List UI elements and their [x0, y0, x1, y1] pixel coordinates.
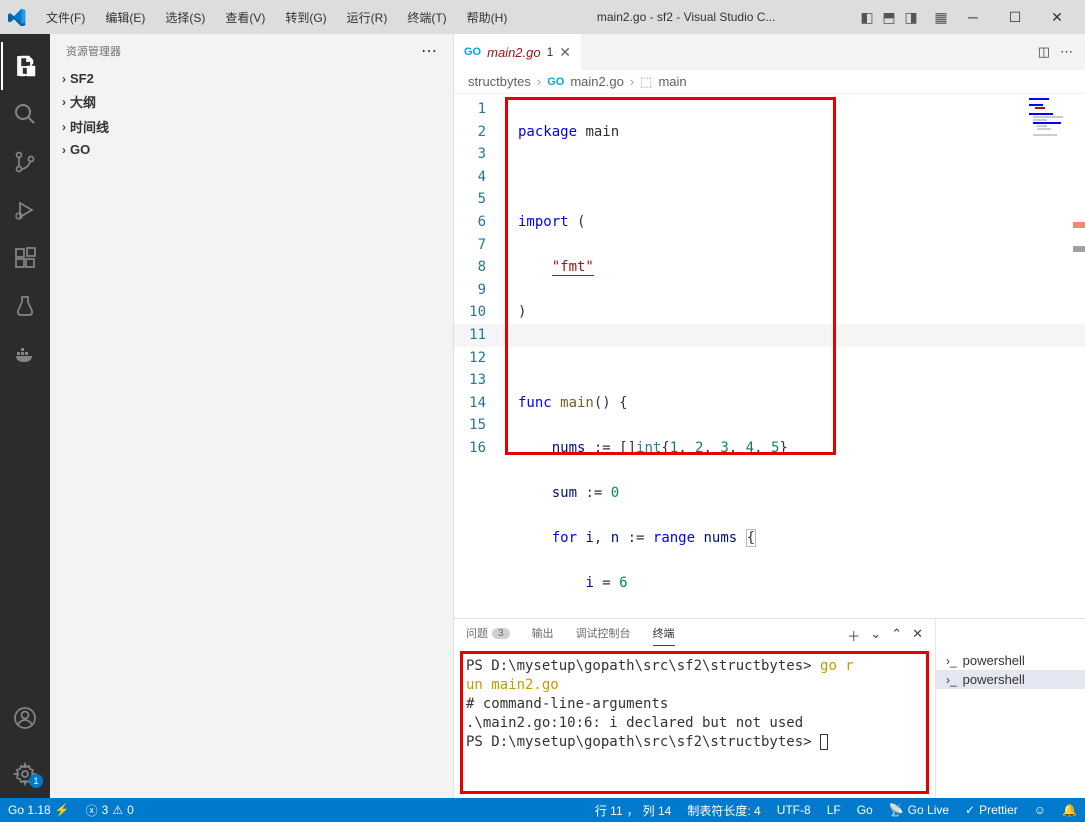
layout-customize-icon[interactable]: ▦: [931, 7, 951, 27]
vscode-logo-icon: [8, 8, 26, 26]
breadcrumb-symbol[interactable]: main: [658, 74, 686, 89]
status-go-live[interactable]: 📡 Go Live: [881, 802, 957, 819]
breadcrumb[interactable]: structbytes › GO main2.go › ⬚ main: [454, 70, 1085, 94]
menu-run[interactable]: 运行(R): [339, 5, 396, 30]
sidebar-title: 资源管理器: [66, 43, 121, 59]
status-encoding[interactable]: UTF-8: [769, 802, 819, 819]
sidebar-explorer: 资源管理器 ⋯ ›SF2 ›大纲 ›时间线 ›GO: [50, 34, 454, 798]
terminal-list: ›_powershell ›_powershell: [935, 619, 1085, 798]
go-file-icon: GO: [464, 46, 481, 58]
terminal-cursor: [820, 734, 828, 750]
breadcrumb-folder[interactable]: structbytes: [468, 74, 531, 89]
explorer-section-sf2[interactable]: ›SF2: [50, 68, 453, 89]
maximize-button[interactable]: ☐: [995, 2, 1035, 32]
activity-docker-icon[interactable]: [1, 330, 49, 378]
code-content[interactable]: package main import ( "fmt" ) func main(…: [518, 98, 788, 618]
close-button[interactable]: ✕: [1037, 2, 1077, 32]
terminal-icon: ›_: [946, 673, 957, 687]
tab-close-icon[interactable]: ✕: [559, 44, 571, 61]
tab-label: main2.go: [487, 45, 540, 60]
status-feedback-icon[interactable]: ☺: [1026, 802, 1054, 819]
shell-item-powershell-2[interactable]: ›_powershell: [936, 670, 1085, 689]
tab-modified-indicator: 1: [547, 45, 554, 59]
status-bar: Go 1.18 ⚡ ⓧ 3 ⚠ 0 行 11，列 14 制表符长度: 4 UTF…: [0, 798, 1085, 822]
status-language[interactable]: Go: [849, 802, 881, 819]
tab-main2[interactable]: GO main2.go 1 ✕: [454, 34, 581, 70]
panel-tab-debug[interactable]: 调试控制台: [576, 625, 631, 645]
split-editor-icon[interactable]: ◫: [1038, 44, 1050, 60]
activity-extensions-icon[interactable]: [1, 234, 49, 282]
menu-edit[interactable]: 编辑(E): [97, 5, 153, 30]
gutter: 12345678910111213141516: [454, 98, 504, 460]
status-eol[interactable]: LF: [819, 802, 849, 819]
panel: 问题3 输出 调试控制台 终端 ＋ ⌄ ⌃ ✕ PS D:\mysetup\go…: [454, 618, 1085, 798]
go-file-icon: GO: [547, 76, 564, 88]
scroll-error-marker[interactable]: [1073, 222, 1085, 228]
menu-selection[interactable]: 选择(S): [157, 5, 213, 30]
activity-settings-icon[interactable]: 1: [1, 750, 49, 798]
symbol-cube-icon: ⬚: [640, 74, 652, 90]
terminal-icon: ›_: [946, 654, 957, 668]
menu-terminal[interactable]: 终端(T): [399, 5, 454, 30]
scroll-cursor-marker[interactable]: [1073, 246, 1085, 252]
layout-sidebar-right-icon[interactable]: ◨: [901, 7, 921, 27]
activity-debug-icon[interactable]: [1, 186, 49, 234]
editor-area: GO main2.go 1 ✕ ◫ ⋯ structbytes › GO mai…: [454, 34, 1085, 798]
breadcrumb-sep-icon: ›: [630, 74, 634, 89]
menu-go[interactable]: 转到(G): [277, 5, 334, 30]
editor-more-icon[interactable]: ⋯: [1060, 44, 1073, 60]
activity-bar: 1: [0, 34, 50, 798]
chevron-right-icon: ›: [62, 72, 66, 86]
new-terminal-icon[interactable]: ＋: [847, 626, 860, 645]
menu-view[interactable]: 查看(V): [217, 5, 273, 30]
activity-account-icon[interactable]: [1, 694, 49, 742]
chevron-right-icon: ›: [62, 143, 66, 157]
panel-tabs: 问题3 输出 调试控制台 终端 ＋ ⌄ ⌃ ✕: [454, 619, 935, 651]
panel-tab-output[interactable]: 输出: [532, 625, 554, 645]
chevron-right-icon: ›: [62, 120, 66, 134]
main-area: 1 资源管理器 ⋯ ›SF2 ›大纲 ›时间线 ›GO GO main2.go …: [0, 34, 1085, 798]
shell-item-powershell-1[interactable]: ›_powershell: [936, 651, 1085, 670]
maximize-panel-icon[interactable]: ⌃: [891, 626, 902, 645]
panel-tab-terminal[interactable]: 终端: [653, 625, 675, 646]
panel-tab-problems[interactable]: 问题3: [466, 625, 510, 645]
explorer-section-outline[interactable]: ›大纲: [50, 89, 453, 114]
status-bell-icon[interactable]: 🔔: [1054, 802, 1085, 819]
settings-badge: 1: [29, 774, 43, 788]
minimize-button[interactable]: ─: [953, 2, 993, 32]
tab-bar: GO main2.go 1 ✕ ◫ ⋯: [454, 34, 1085, 70]
menu-help[interactable]: 帮助(H): [459, 5, 516, 30]
window-title: main2.go - sf2 - Visual Studio C...: [519, 10, 853, 24]
breadcrumb-sep-icon: ›: [537, 74, 541, 89]
explorer-section-timeline[interactable]: ›时间线: [50, 114, 453, 139]
terminal-dropdown-icon[interactable]: ⌄: [870, 626, 881, 645]
activity-explorer-icon[interactable]: [1, 42, 49, 90]
status-indent[interactable]: 制表符长度: 4: [679, 802, 768, 819]
minimap[interactable]: [1025, 94, 1085, 618]
title-bar: 文件(F) 编辑(E) 选择(S) 查看(V) 转到(G) 运行(R) 终端(T…: [0, 0, 1085, 34]
problems-count: 3: [492, 628, 510, 639]
terminal[interactable]: PS D:\mysetup\gopath\src\sf2\structbytes…: [454, 651, 935, 798]
status-problems[interactable]: ⓧ 3 ⚠ 0: [78, 802, 142, 819]
sidebar-header: 资源管理器 ⋯: [50, 34, 453, 68]
explorer-section-go[interactable]: ›GO: [50, 139, 453, 160]
layout-panel-icon[interactable]: ⬒: [879, 7, 899, 27]
sidebar-more-icon[interactable]: ⋯: [421, 41, 437, 61]
breadcrumb-file[interactable]: main2.go: [570, 74, 623, 89]
activity-testing-icon[interactable]: [1, 282, 49, 330]
status-cursor-pos[interactable]: 行 11，列 14: [587, 802, 680, 819]
activity-scm-icon[interactable]: [1, 138, 49, 186]
status-prettier[interactable]: ✓ Prettier: [957, 802, 1026, 819]
chevron-right-icon: ›: [62, 95, 66, 109]
status-go-version[interactable]: Go 1.18 ⚡: [0, 803, 78, 817]
close-panel-icon[interactable]: ✕: [912, 626, 923, 645]
activity-search-icon[interactable]: [1, 90, 49, 138]
layout-sidebar-left-icon[interactable]: ◧: [857, 7, 877, 27]
menu-file[interactable]: 文件(F): [38, 5, 93, 30]
code-editor[interactable]: 12345678910111213141516 package main imp…: [454, 94, 1085, 618]
